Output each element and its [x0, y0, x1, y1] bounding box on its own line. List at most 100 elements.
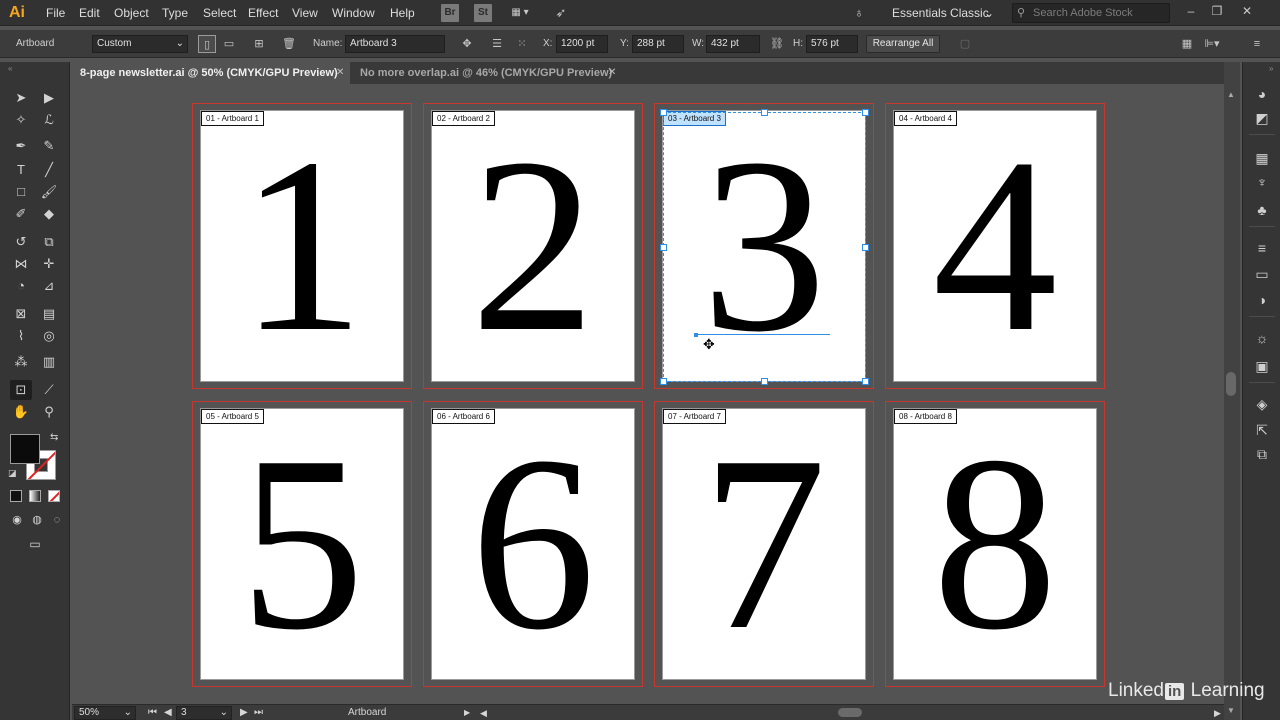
resize-handle[interactable]: [862, 378, 869, 385]
arrange-documents-icon[interactable]: ▦ ▾: [505, 4, 535, 22]
slice-tool-icon[interactable]: ⟋: [38, 380, 60, 400]
resize-handle[interactable]: [862, 244, 869, 251]
artboard-tool-icon[interactable]: ⊡: [10, 380, 32, 400]
stock-search-input[interactable]: [1033, 4, 1167, 22]
tab-8-page-newsletter[interactable]: 8-page newsletter.ai @ 50% (CMYK/GPU Pre…: [72, 62, 350, 84]
blend-tool-icon[interactable]: ◎: [38, 326, 60, 346]
artboard-6[interactable]: 6 06 - Artboard 6: [432, 409, 634, 679]
artboard-canvas[interactable]: 1 01 - Artboard 1 2 02 - Artboard 2 3 03…: [72, 86, 1224, 704]
screen-mode-icon[interactable]: ▭: [24, 534, 46, 554]
color-mode-icon[interactable]: [10, 490, 22, 502]
shape-builder-tool-icon[interactable]: ◔: [10, 276, 32, 296]
menu-file[interactable]: File: [46, 0, 65, 26]
workspace-switcher[interactable]: Essentials Classic ⌄: [886, 3, 998, 23]
hand-tool-icon[interactable]: ✋: [10, 402, 32, 422]
gradient-tool-icon[interactable]: ▤: [38, 304, 60, 324]
rectangle-tool-icon[interactable]: □: [10, 182, 32, 202]
eyedropper-tool-icon[interactable]: ⌇: [10, 326, 32, 346]
draw-behind-icon[interactable]: ◍: [26, 510, 48, 530]
artboard-3[interactable]: 3 03 - Artboard 3: [663, 111, 865, 381]
brushes-panel-icon[interactable]: ♆: [1252, 172, 1272, 192]
first-artboard-icon[interactable]: ⏮: [148, 705, 157, 720]
landscape-orientation-icon[interactable]: ▭: [220, 35, 238, 53]
swatches-panel-icon[interactable]: ▦: [1252, 148, 1272, 168]
artboard-2[interactable]: 2 02 - Artboard 2: [432, 111, 634, 381]
shaper-tool-icon[interactable]: ✐: [10, 204, 32, 224]
resize-handle[interactable]: [660, 378, 667, 385]
direct-selection-tool-icon[interactable]: ▶: [38, 88, 60, 108]
selection-tool-icon[interactable]: ➤: [10, 88, 32, 108]
mesh-tool-icon[interactable]: ⊠: [10, 304, 32, 324]
paintbrush-tool-icon[interactable]: 🖌: [38, 182, 60, 202]
artboard-label[interactable]: 05 - Artboard 5: [201, 409, 264, 424]
stock-search[interactable]: ⚲: [1012, 3, 1170, 23]
width-tool-icon[interactable]: ⋈: [10, 254, 32, 274]
artboard-label[interactable]: 01 - Artboard 1: [201, 111, 264, 126]
status-menu-icon[interactable]: ▶: [464, 705, 470, 720]
gradient-panel-icon[interactable]: ▭: [1252, 264, 1272, 284]
gradient-mode-icon[interactable]: [29, 490, 41, 502]
scroll-down-icon[interactable]: ▼: [1227, 706, 1235, 715]
none-mode-icon[interactable]: [48, 490, 60, 502]
collapse-panel-icon[interactable]: «: [8, 64, 12, 73]
artboard-5[interactable]: 5 05 - Artboard 5: [201, 409, 403, 679]
eraser-tool-icon[interactable]: ◆: [38, 204, 60, 224]
menu-effect[interactable]: Effect: [248, 0, 278, 26]
expand-panels-icon[interactable]: »: [1269, 64, 1273, 73]
swap-fill-stroke-icon[interactable]: ⇆: [50, 432, 58, 443]
menu-view[interactable]: View: [292, 0, 318, 26]
perspective-grid-tool-icon[interactable]: ⊿: [38, 276, 60, 296]
delete-artboard-icon[interactable]: 🗑: [280, 35, 298, 53]
artboard-number-select[interactable]: 3 ⌄: [176, 706, 232, 720]
layers-panel-icon[interactable]: ◈: [1252, 394, 1272, 414]
x-field[interactable]: 1200 pt: [556, 35, 608, 53]
artboard-name-field[interactable]: Artboard 3: [345, 35, 445, 53]
resize-handle[interactable]: [862, 109, 869, 116]
puppet-warp-tool-icon[interactable]: ✛: [38, 254, 60, 274]
minimize-icon[interactable]: –: [1180, 2, 1202, 20]
magic-wand-tool-icon[interactable]: ✧: [10, 110, 32, 130]
tab-no-more-overlap[interactable]: No more overlap.ai @ 46% (CMYK/GPU Previ…: [352, 62, 624, 84]
align-icon[interactable]: ▦: [1178, 35, 1196, 53]
graphic-styles-panel-icon[interactable]: ▣: [1252, 356, 1272, 376]
y-field[interactable]: 288 pt: [632, 35, 684, 53]
symbols-panel-icon[interactable]: ♣: [1252, 200, 1272, 220]
resize-handle[interactable]: [660, 109, 667, 116]
menu-select[interactable]: Select: [203, 0, 236, 26]
next-artboard-icon[interactable]: ▶: [240, 705, 248, 720]
scroll-up-icon[interactable]: ▲: [1227, 90, 1235, 99]
artboard-label[interactable]: 07 - Artboard 7: [663, 409, 726, 424]
bridge-button[interactable]: Br: [441, 4, 459, 22]
h-field[interactable]: 576 pt: [806, 35, 858, 53]
menu-object[interactable]: Object: [114, 0, 149, 26]
zoom-tool-icon[interactable]: ⚲: [38, 402, 60, 422]
artboards-panel-icon[interactable]: ⧉: [1252, 444, 1272, 464]
new-artboard-icon[interactable]: ⊞: [250, 35, 268, 53]
stroke-panel-icon[interactable]: ≡: [1252, 238, 1272, 258]
artboard-7[interactable]: 7 07 - Artboard 7: [663, 409, 865, 679]
scroll-right-icon[interactable]: ▶: [1214, 705, 1221, 720]
menu-help[interactable]: Help: [390, 0, 415, 26]
artboard-4[interactable]: 4 04 - Artboard 4: [894, 111, 1096, 381]
pen-tool-icon[interactable]: ✒: [10, 136, 32, 156]
scroll-left-icon[interactable]: ◀: [480, 705, 487, 720]
portrait-orientation-icon[interactable]: ▯: [198, 35, 216, 53]
link-proportions-icon[interactable]: ⛓: [768, 35, 786, 53]
scale-tool-icon[interactable]: ⧉: [38, 232, 60, 252]
lasso-tool-icon[interactable]: ℒ: [38, 110, 60, 130]
w-field[interactable]: 432 pt: [706, 35, 760, 53]
line-tool-icon[interactable]: ╱: [38, 160, 60, 180]
last-artboard-icon[interactable]: ⏭: [254, 705, 263, 720]
export-panel-icon[interactable]: ⇱: [1252, 420, 1272, 440]
rotate-tool-icon[interactable]: ↺: [10, 232, 32, 252]
artboard-label[interactable]: 04 - Artboard 4: [894, 111, 957, 126]
appearance-panel-icon[interactable]: ☼: [1252, 328, 1272, 348]
close-icon[interactable]: ✕: [1236, 2, 1258, 20]
type-tool-icon[interactable]: T: [10, 160, 32, 180]
fill-swatch[interactable]: [10, 434, 40, 464]
default-fill-stroke-icon[interactable]: ◪: [8, 468, 17, 479]
color-panel-icon[interactable]: ◕: [1252, 84, 1272, 104]
close-icon[interactable]: ✕: [336, 62, 344, 84]
artboard-label[interactable]: 02 - Artboard 2: [432, 111, 495, 126]
artboard-8[interactable]: 8 08 - Artboard 8: [894, 409, 1096, 679]
